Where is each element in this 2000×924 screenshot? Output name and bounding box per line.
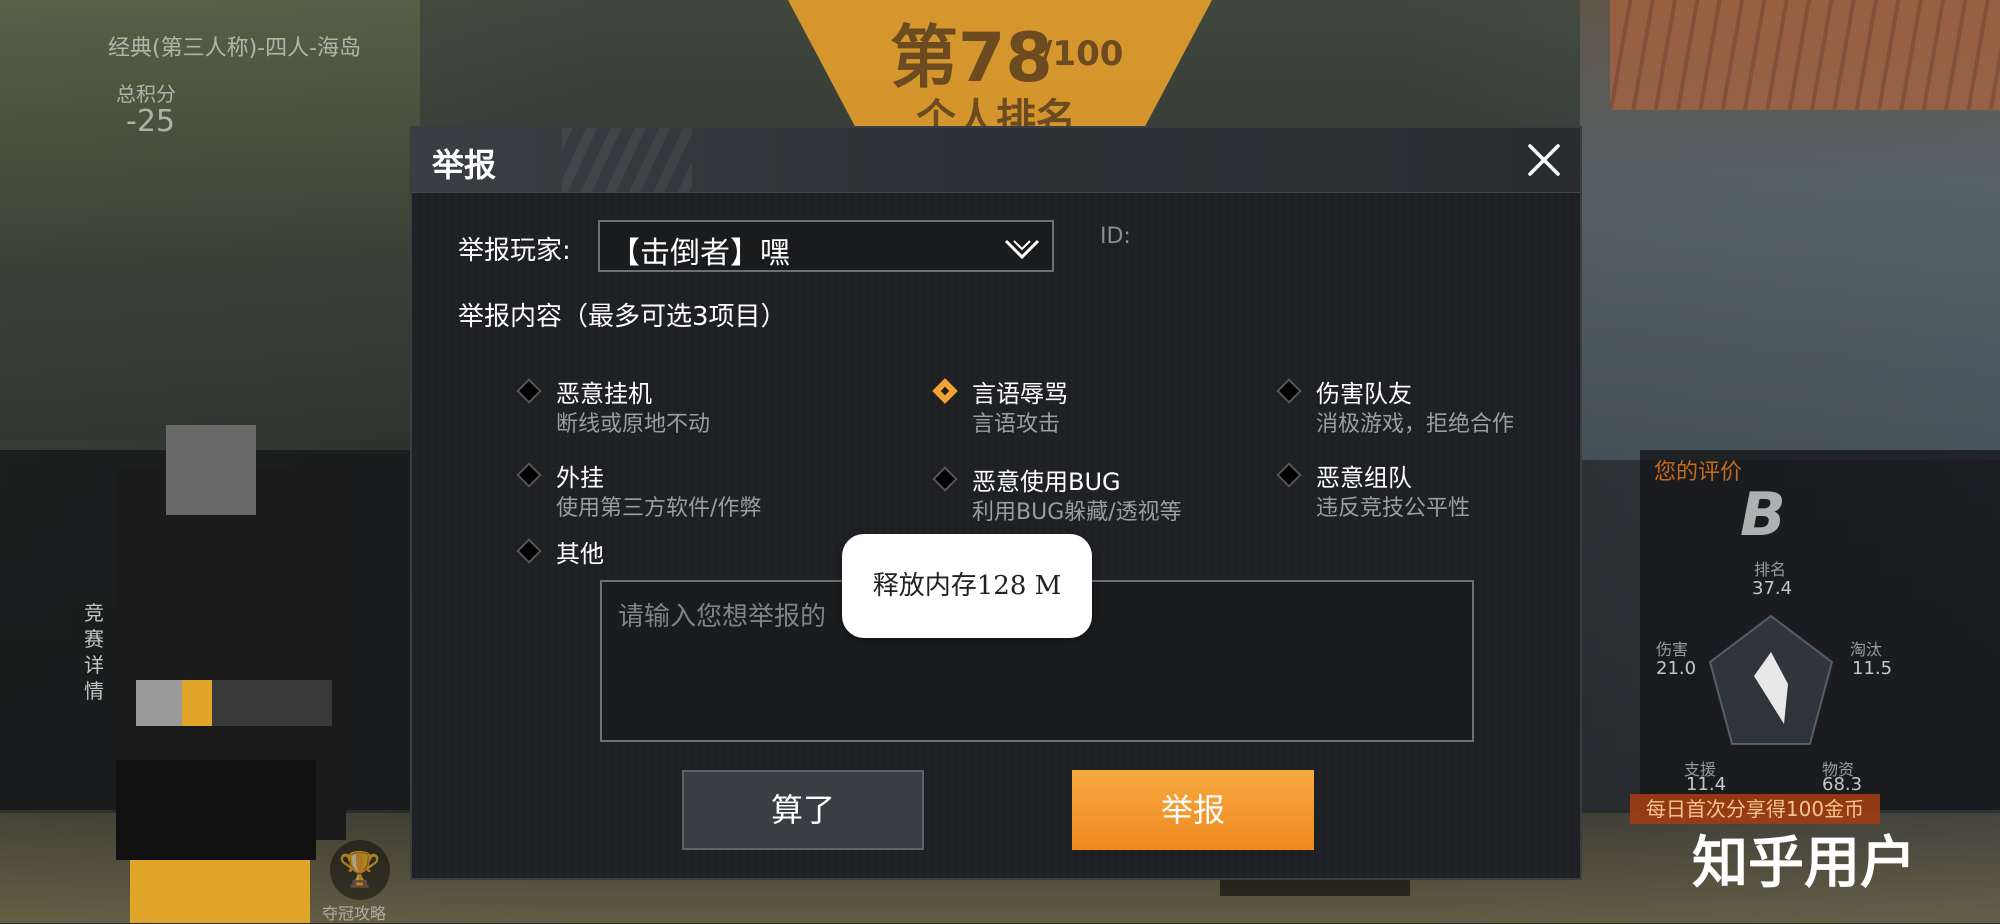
option-title: 伤害队友: [1316, 380, 1412, 408]
option-title: 恶意组队: [1316, 464, 1412, 492]
rating-title: 您的评价: [1654, 460, 1743, 485]
dialog-title: 举报: [432, 146, 497, 184]
background-tree: [0, 0, 420, 440]
checkbox-checked-icon: [932, 378, 958, 404]
background-roof: [1610, 0, 2000, 110]
pixelated-avatar-block: [166, 425, 256, 515]
radar-chart-icon: [1708, 614, 1834, 745]
option-title: 言语辱骂: [972, 380, 1068, 408]
checkbox-icon: [516, 538, 542, 564]
checkbox-icon: [932, 466, 958, 492]
cancel-button[interactable]: 算了: [682, 770, 924, 850]
option-title: 其他: [556, 540, 604, 568]
header-decoration: [562, 128, 692, 192]
report-player-label: 举报玩家:: [458, 236, 571, 266]
stat-support-value: 11.4: [1686, 774, 1727, 795]
close-icon[interactable]: [1520, 136, 1568, 184]
pixelated-avatar-block: [116, 760, 316, 860]
stat-elim-label: 淘汰: [1850, 640, 1883, 659]
option-title: 恶意使用BUG: [972, 468, 1121, 496]
trophy-label: 夺冠攻略: [322, 904, 387, 923]
rating-grade: B: [1740, 480, 1786, 550]
checkbox-icon: [1276, 462, 1302, 488]
stat-rank-label: 排名: [1754, 560, 1787, 579]
checkbox-icon: [516, 378, 542, 404]
pixelated-avatar-block: [182, 680, 212, 726]
total-score-value: -25: [126, 104, 175, 139]
option-desc: 违反竞技公平性: [1316, 496, 1471, 521]
player-dropdown-value: 【击倒者】嘿: [610, 236, 790, 271]
option-desc: 消极游戏，拒绝合作: [1316, 412, 1515, 437]
pixelated-avatar-block: [130, 860, 310, 923]
memory-toast: 释放内存128 M: [842, 534, 1092, 638]
stat-supply-value: 68.3: [1822, 774, 1863, 795]
player-dropdown[interactable]: 【击倒者】嘿: [598, 220, 1054, 272]
report-content-label: 举报内容（最多可选3项目）: [458, 302, 787, 332]
pixelated-avatar-block: [136, 680, 182, 726]
option-desc: 利用BUG躲藏/透视等: [972, 500, 1182, 525]
checkbox-icon: [516, 462, 542, 488]
report-text-placeholder: 请输入您想举报的: [618, 602, 827, 632]
stat-elim-value: 11.5: [1852, 658, 1893, 679]
option-title: 外挂: [556, 464, 604, 492]
stat-damage-label: 伤害: [1656, 640, 1689, 659]
option-title: 恶意挂机: [556, 380, 652, 408]
dialog-header: 举报: [412, 128, 1580, 193]
report-button[interactable]: 举报: [1072, 770, 1314, 850]
player-id-label: ID:: [1100, 224, 1131, 249]
stat-damage-value: 21.0: [1656, 658, 1697, 679]
checkbox-icon: [1276, 378, 1302, 404]
watermark: 知乎用户: [1692, 831, 1916, 896]
option-desc: 言语攻击: [972, 412, 1061, 437]
option-desc: 断线或原地不动: [556, 412, 711, 437]
match-details-tab[interactable]: 竞赛详情: [84, 600, 110, 704]
game-mode-text: 经典(第三人称)-四人-海岛: [108, 36, 362, 61]
total-score-label: 总积分: [116, 82, 176, 106]
report-dialog: 举报 举报玩家: 【击倒者】嘿 ID: 举报内容（最多可选3项目） 恶意挂机 断…: [410, 126, 1582, 880]
pixelated-avatar-block: [212, 680, 332, 726]
option-desc: 使用第三方软件/作弊: [556, 496, 762, 521]
stat-rank-value: 37.4: [1752, 578, 1793, 599]
trophy-icon[interactable]: 🏆: [330, 840, 390, 900]
chevron-down-icon: [1004, 239, 1040, 260]
rank-total: /100: [1040, 34, 1124, 74]
